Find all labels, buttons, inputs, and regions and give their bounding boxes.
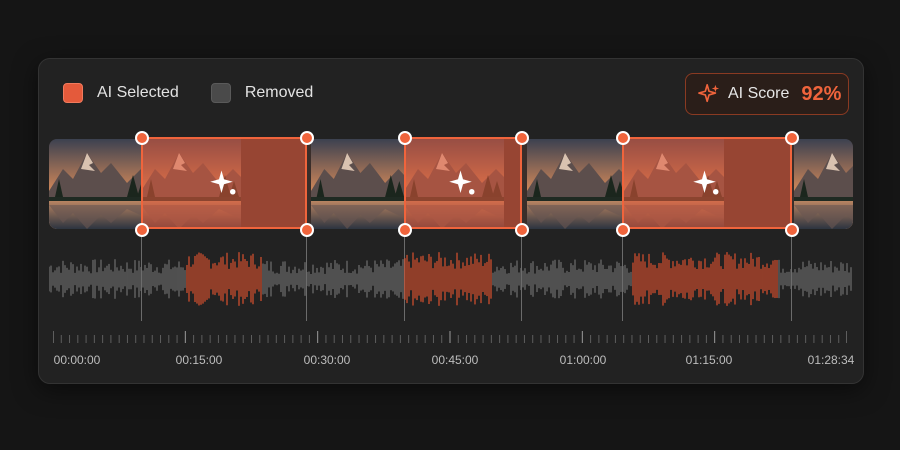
audio-waveform[interactable] — [49, 251, 853, 307]
ai-selected-swatch — [63, 83, 83, 103]
legend-item-removed: Removed — [210, 83, 314, 103]
trim-handle[interactable] — [515, 131, 529, 145]
trim-handle[interactable] — [300, 223, 314, 237]
trim-handle[interactable] — [398, 131, 412, 145]
ai-score-label: AI Score — [728, 85, 790, 102]
trim-handle[interactable] — [135, 223, 149, 237]
trim-handle[interactable] — [616, 223, 630, 237]
trim-handle[interactable] — [616, 131, 630, 145]
frame-thumb — [311, 139, 406, 229]
legend: AI Selected Removed — [63, 83, 345, 103]
trim-handle[interactable] — [135, 131, 149, 145]
ai-selected-segment-2[interactable] — [404, 137, 522, 229]
time-ruler[interactable] — [53, 329, 847, 349]
ai-selected-segment-1[interactable] — [141, 137, 307, 229]
trim-handle[interactable] — [398, 223, 412, 237]
ai-score-value: 92% — [801, 82, 842, 105]
time-label: 01:00:00 — [559, 353, 607, 367]
frame-thumb — [49, 139, 149, 229]
time-label: 00:15:00 — [175, 353, 223, 367]
legend-item-ai-selected: AI Selected — [63, 83, 179, 103]
trim-handle[interactable] — [300, 131, 314, 145]
time-label: 01:15:00 — [685, 353, 733, 367]
ai-selected-label: AI Selected — [97, 84, 179, 101]
time-label: 00:45:00 — [431, 353, 479, 367]
ai-selected-segment-3[interactable] — [622, 137, 792, 229]
trim-handle[interactable] — [785, 223, 799, 237]
removed-swatch — [210, 83, 231, 103]
sparkle-icon — [693, 170, 719, 195]
trim-handle[interactable] — [785, 131, 799, 145]
sparkle-icon — [210, 170, 236, 195]
trim-handle[interactable] — [515, 223, 529, 237]
removed-label: Removed — [244, 84, 314, 101]
time-label: 01:28:34 — [807, 353, 855, 367]
sparkle-icon — [698, 84, 720, 103]
timeline-panel: AI Selected Removed AI Score 92% 00:00:0… — [38, 58, 864, 384]
frame-thumb — [527, 139, 627, 229]
ai-score-badge: AI Score 92% — [685, 73, 849, 115]
frame-thumb — [794, 139, 853, 229]
time-label: 00:00:00 — [53, 353, 101, 367]
time-label: 00:30:00 — [303, 353, 351, 367]
sparkle-icon — [449, 170, 475, 195]
